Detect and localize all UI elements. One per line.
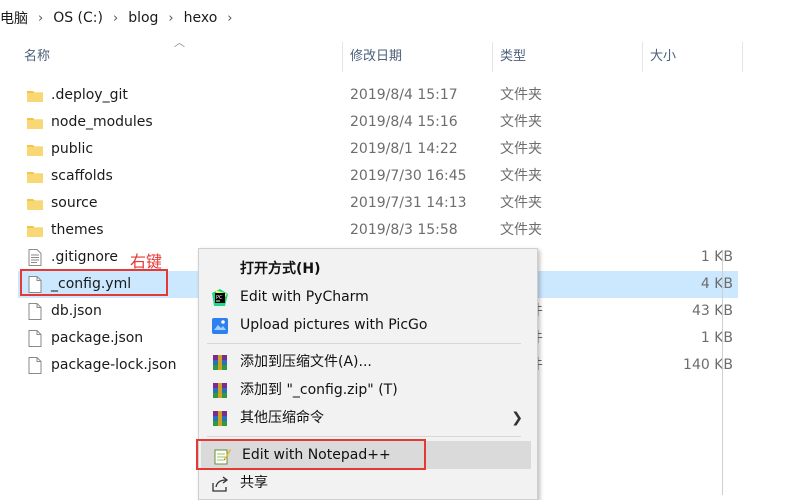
- menu-item-label: Upload pictures with PicGo: [240, 317, 428, 333]
- menu-item-share[interactable]: 共享: [199, 469, 537, 497]
- menu-item-add-archive[interactable]: 添加到压缩文件(A)...: [199, 348, 537, 376]
- breadcrumb: 电脑 › OS (C:) › blog › hexo ›: [0, 0, 809, 36]
- file-name: db.json: [51, 303, 102, 319]
- list-item[interactable]: scaffolds 2019/7/30 16:45 文件夹: [18, 163, 738, 190]
- menu-item-label: Edit with PyCharm: [240, 289, 369, 305]
- file-size: 140 KB: [683, 357, 733, 373]
- picgo-icon: [211, 317, 229, 334]
- folder-icon: [27, 87, 43, 104]
- file-icon: [27, 303, 43, 320]
- file-icon: [27, 330, 43, 347]
- header-divider[interactable]: [742, 42, 743, 72]
- file-type: 文件夹: [500, 87, 542, 103]
- notepad-highlight-box: [196, 439, 426, 470]
- chevron-right-icon[interactable]: ›: [168, 11, 173, 26]
- file-type: 文件夹: [500, 195, 542, 211]
- winrar-icon: [211, 410, 229, 426]
- folder-icon: [27, 195, 43, 212]
- file-size: 1 KB: [700, 330, 733, 346]
- selection-highlight-box: [20, 269, 168, 296]
- menu-item-open-with[interactable]: 打开方式(H): [199, 255, 537, 283]
- menu-item-label: 共享: [240, 475, 268, 491]
- file-type: 文件夹: [500, 114, 542, 130]
- file-date: 2019/7/30 16:45: [350, 168, 467, 184]
- file-name: themes: [51, 222, 104, 238]
- winrar-icon: [211, 382, 229, 398]
- menu-divider: [722, 251, 723, 495]
- share-icon: [211, 475, 229, 492]
- menu-item-add-zip[interactable]: 添加到 "_config.zip" (T): [199, 376, 537, 404]
- file-name: public: [51, 141, 94, 157]
- file-size: 1 KB: [700, 249, 733, 265]
- file-icon: [27, 357, 43, 374]
- header-divider[interactable]: [492, 42, 493, 72]
- menu-item-label: 其他压缩命令: [240, 410, 324, 426]
- file-name: source: [51, 195, 98, 211]
- file-date: 2019/7/31 14:13: [350, 195, 467, 211]
- menu-separator: [207, 343, 521, 344]
- chevron-right-icon[interactable]: ›: [227, 11, 232, 26]
- text-file-icon: [27, 249, 43, 266]
- file-size: 4 KB: [700, 276, 733, 292]
- header-divider[interactable]: [642, 42, 643, 72]
- file-name: .gitignore: [51, 249, 118, 265]
- annotation-label: 右键: [130, 252, 163, 271]
- list-item[interactable]: themes 2019/8/3 15:58 文件夹: [18, 217, 738, 244]
- menu-item-label: 打开方式(H): [240, 261, 321, 277]
- chevron-right-icon[interactable]: ›: [113, 11, 118, 26]
- menu-item-label: 添加到压缩文件(A)...: [240, 354, 372, 370]
- file-date: 2019/8/1 14:22: [350, 141, 458, 157]
- file-name: .deploy_git: [51, 87, 128, 103]
- file-type: 文件夹: [500, 222, 542, 238]
- column-headers: ︿ 名称 修改日期 类型 大小: [0, 36, 809, 74]
- file-type: 文件夹: [500, 168, 542, 184]
- breadcrumb-drive[interactable]: OS (C:): [53, 10, 103, 26]
- header-name[interactable]: 名称: [24, 40, 50, 74]
- sort-up-icon: ︿: [174, 36, 185, 49]
- chevron-right-icon: ❯: [511, 410, 523, 426]
- file-date: 2019/8/4 15:17: [350, 87, 458, 103]
- list-item[interactable]: .deploy_git 2019/8/4 15:17 文件夹: [18, 82, 738, 109]
- file-name: scaffolds: [51, 168, 113, 184]
- menu-separator: [207, 436, 521, 437]
- file-type: 文件夹: [500, 141, 542, 157]
- header-date[interactable]: 修改日期: [350, 40, 402, 74]
- menu-item-picgo[interactable]: Upload pictures with PicGo: [199, 311, 537, 339]
- file-name: node_modules: [51, 114, 153, 130]
- breadcrumb-pc[interactable]: 电脑: [0, 8, 28, 28]
- folder-icon: [27, 141, 43, 158]
- file-date: 2019/8/4 15:16: [350, 114, 458, 130]
- chevron-right-icon[interactable]: ›: [38, 11, 43, 26]
- winrar-icon: [211, 354, 229, 370]
- folder-icon: [27, 222, 43, 239]
- list-item[interactable]: source 2019/7/31 14:13 文件夹: [18, 190, 738, 217]
- header-divider[interactable]: [342, 42, 343, 72]
- file-size: 43 KB: [691, 303, 733, 319]
- header-size[interactable]: 大小: [650, 40, 676, 74]
- file-name: package-lock.json: [51, 357, 177, 373]
- list-item[interactable]: public 2019/8/1 14:22 文件夹: [18, 136, 738, 163]
- breadcrumb-hexo[interactable]: hexo: [184, 10, 218, 26]
- file-date: 2019/8/3 15:58: [350, 222, 458, 238]
- menu-item-pycharm[interactable]: PC Edit with PyCharm: [199, 283, 537, 311]
- menu-item-label: 添加到 "_config.zip" (T): [240, 382, 398, 398]
- list-item[interactable]: node_modules 2019/8/4 15:16 文件夹: [18, 109, 738, 136]
- folder-icon: [27, 114, 43, 131]
- svg-text:PC: PC: [216, 295, 223, 301]
- header-type[interactable]: 类型: [500, 40, 526, 74]
- file-name: package.json: [51, 330, 144, 346]
- menu-item-other-compress[interactable]: 其他压缩命令 ❯: [199, 404, 537, 432]
- pycharm-icon: PC: [211, 289, 229, 306]
- folder-icon: [27, 168, 43, 185]
- breadcrumb-blog[interactable]: blog: [128, 10, 158, 26]
